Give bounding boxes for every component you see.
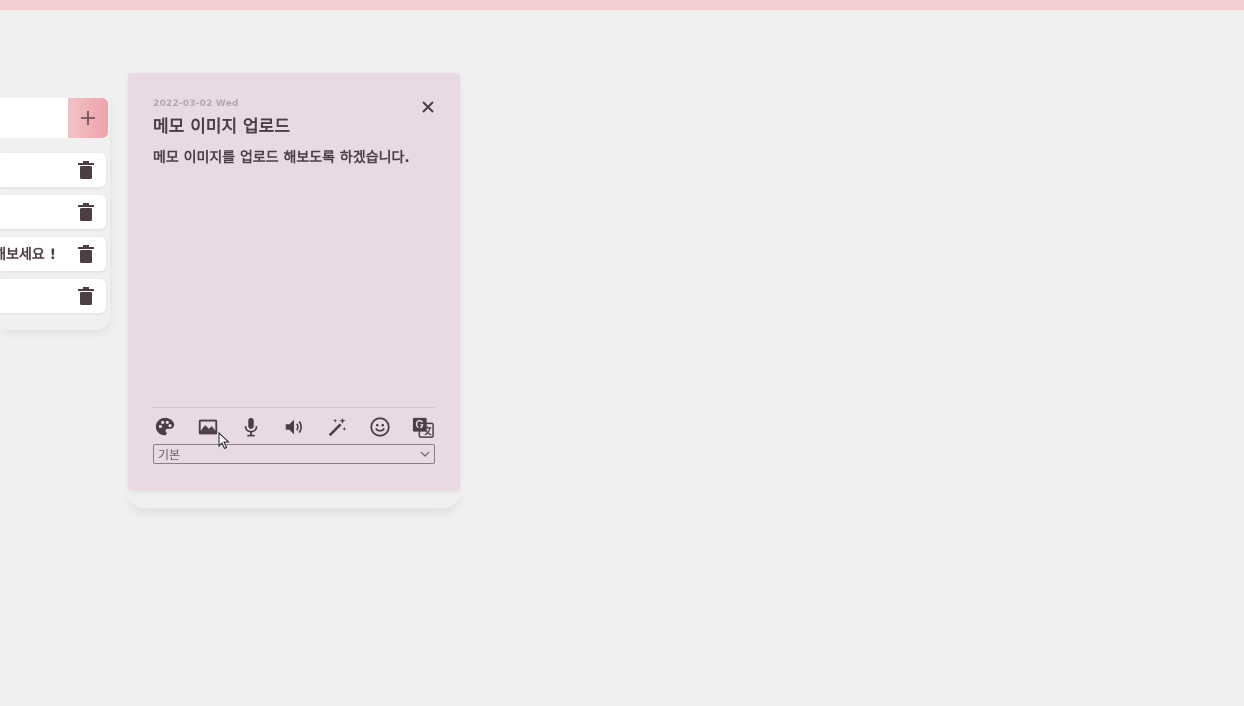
- trash-icon[interactable]: [78, 287, 94, 305]
- read-aloud-button[interactable]: [282, 415, 306, 439]
- memo-list-item[interactable]: 해보세요 !: [0, 237, 106, 271]
- palette-icon: [155, 417, 175, 436]
- close-icon: [422, 101, 434, 113]
- memo-list-item-text: 해보세요 !: [0, 247, 56, 263]
- emoji-button[interactable]: [368, 415, 392, 439]
- top-accent-bar: [0, 0, 1244, 10]
- smile-icon: [370, 417, 390, 437]
- font-select-value: 기본: [158, 448, 181, 462]
- trash-icon[interactable]: [78, 245, 94, 263]
- memo-list-item[interactable]: [0, 279, 106, 313]
- add-memo-button[interactable]: [68, 98, 108, 138]
- translate-icon: [412, 417, 434, 438]
- translate-button[interactable]: [411, 415, 435, 439]
- memo-editor-card: 2022-03-02 Wed 메모 이미지 업로드 메모 이미지를 업로드 해보…: [128, 73, 460, 490]
- toolbar-divider: [153, 407, 435, 408]
- close-button[interactable]: [420, 99, 436, 115]
- microphone-icon: [244, 417, 258, 437]
- speaker-icon: [285, 419, 302, 435]
- palette-button[interactable]: [153, 415, 177, 439]
- voice-input-button[interactable]: [239, 415, 263, 439]
- plus-icon: [81, 111, 95, 125]
- memo-list-item[interactable]: [0, 195, 106, 229]
- memo-toolbar: [153, 415, 439, 441]
- memo-body[interactable]: 메모 이미지를 업로드 해보도록 하겠습니다.: [153, 149, 435, 399]
- font-select[interactable]: 기본: [153, 444, 435, 464]
- memo-title[interactable]: 메모 이미지 업로드: [153, 112, 290, 137]
- magic-wand-icon: [328, 417, 347, 437]
- memo-list-item[interactable]: [0, 153, 106, 187]
- memo-card-shadow: [128, 490, 460, 508]
- new-memo-input[interactable]: [0, 98, 68, 138]
- memo-date: 2022-03-02 Wed: [153, 99, 239, 109]
- magic-wand-button[interactable]: [325, 415, 349, 439]
- mouse-cursor-icon: [218, 432, 230, 450]
- trash-icon[interactable]: [78, 161, 94, 179]
- image-icon: [198, 419, 218, 435]
- image-upload-button[interactable]: [196, 415, 220, 439]
- trash-icon[interactable]: [78, 203, 94, 221]
- chevron-down-icon: [420, 451, 430, 457]
